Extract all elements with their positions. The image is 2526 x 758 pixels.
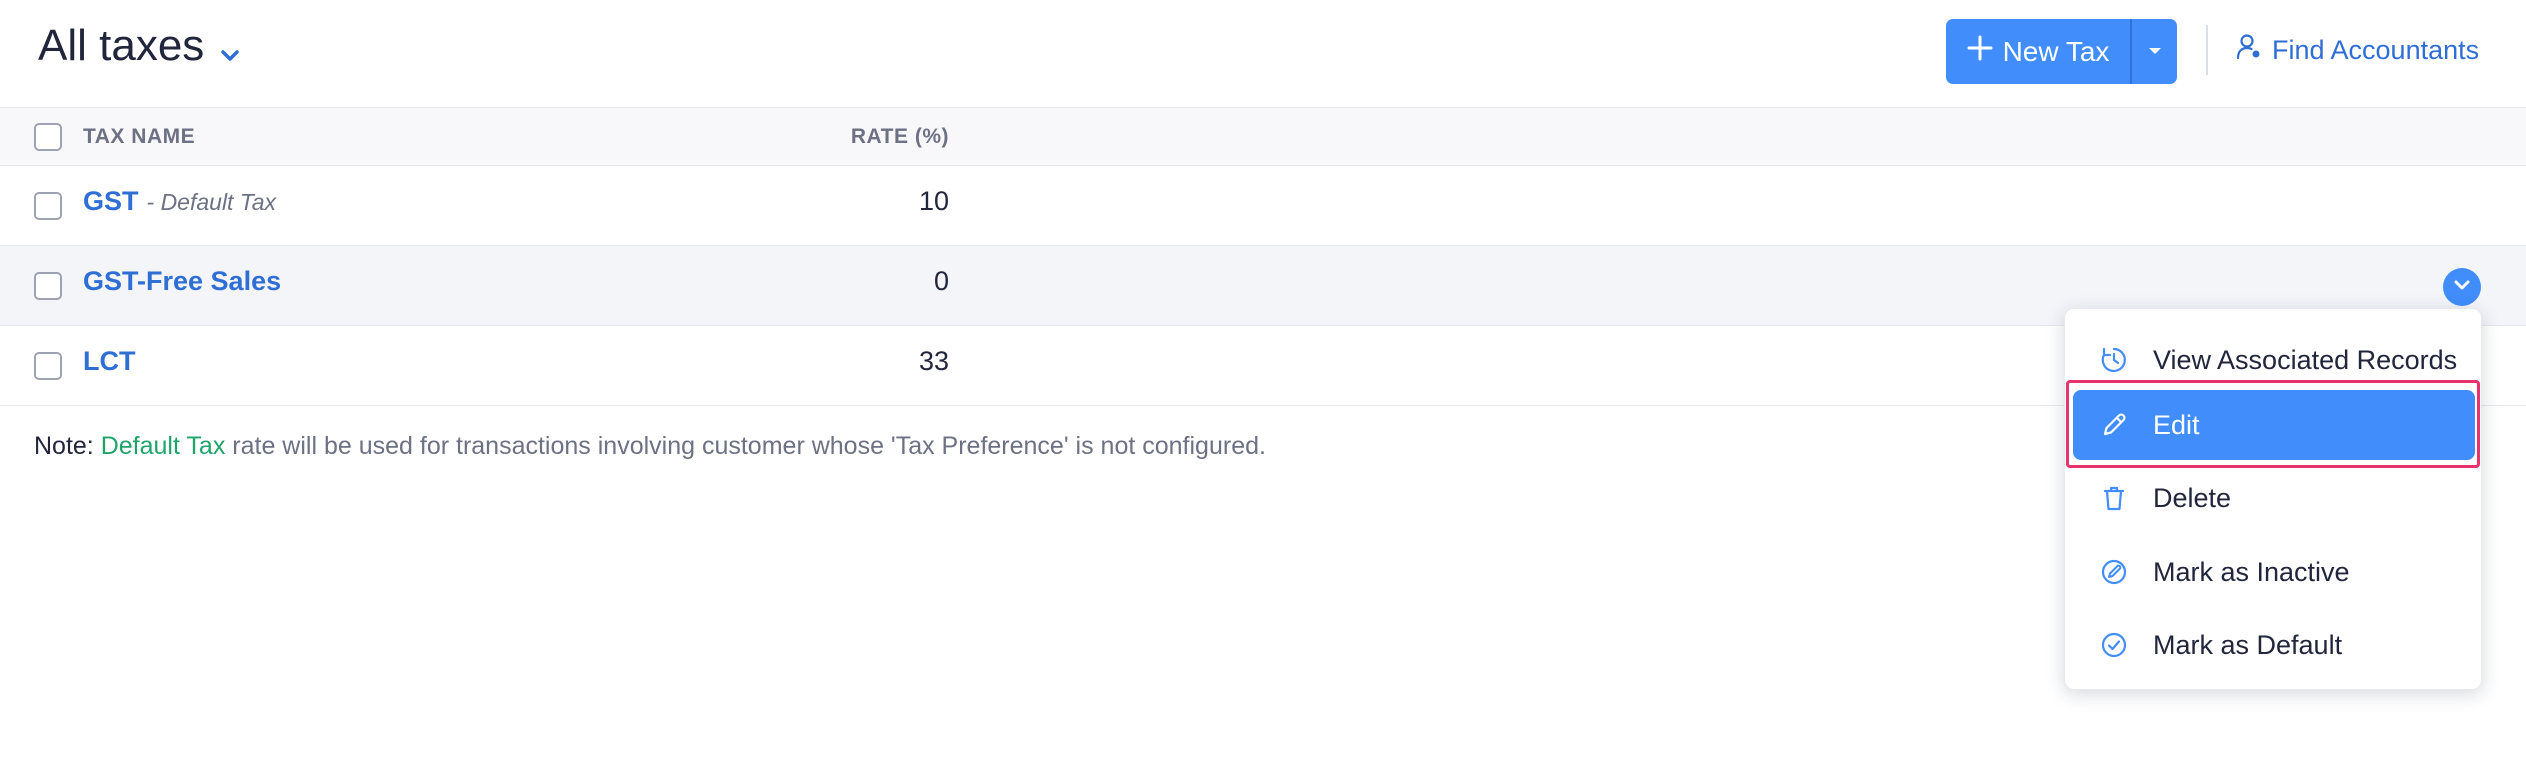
- tax-name-link[interactable]: GST: [83, 186, 139, 217]
- plus-icon: [1967, 35, 1993, 68]
- find-accountants-link[interactable]: Find Accountants: [2236, 28, 2479, 72]
- menu-item-label: Edit: [2153, 409, 2200, 440]
- caret-down-icon: [2148, 43, 2162, 61]
- pencil-icon: [2099, 410, 2129, 440]
- default-tax-note: Note: Default Tax rate will be used for …: [34, 432, 1266, 461]
- new-tax-options-button[interactable]: [2132, 19, 2177, 84]
- column-header-rate[interactable]: RATE (%): [851, 125, 949, 149]
- row-checkbox[interactable]: [34, 352, 62, 380]
- new-tax-button-group: New Tax: [1946, 19, 2177, 84]
- table-header: TAX NAME RATE (%): [0, 107, 2526, 166]
- tax-name-cell: LCT: [83, 346, 135, 377]
- note-text: rate will be used for transactions invol…: [232, 432, 1266, 460]
- menu-item-label: Delete: [2153, 482, 2232, 513]
- note-label: Note:: [34, 432, 94, 460]
- column-header-tax-name[interactable]: TAX NAME: [83, 125, 195, 149]
- row-checkbox[interactable]: [34, 192, 62, 220]
- select-all-checkbox[interactable]: [34, 123, 62, 151]
- tax-name-link[interactable]: GST-Free Sales: [83, 266, 281, 297]
- tax-name-link[interactable]: LCT: [83, 346, 135, 377]
- tax-rate-cell: 33: [918, 346, 949, 376]
- chevron-down-icon: [220, 24, 240, 74]
- new-tax-button[interactable]: New Tax: [1946, 19, 2130, 84]
- tax-rate-cell: 10: [918, 186, 949, 216]
- check-circle-icon: [2099, 630, 2129, 660]
- menu-item-delete[interactable]: Delete: [2073, 463, 2475, 533]
- tax-name-cell: GST-Free Sales: [83, 266, 281, 297]
- header-divider: [2206, 25, 2208, 75]
- tax-rate-cell: 0: [933, 266, 949, 296]
- menu-item-label: Mark as Inactive: [2153, 556, 2350, 587]
- chevron-down-icon: [2453, 278, 2471, 296]
- find-accountants-label: Find Accountants: [2272, 34, 2480, 65]
- trash-icon: [2099, 483, 2129, 513]
- row-actions-button[interactable]: [2443, 268, 2481, 306]
- page-header: All taxes New Tax Find Accountants: [0, 0, 2526, 107]
- page-title: All taxes: [38, 21, 205, 70]
- menu-item-mark-inactive[interactable]: Mark as Inactive: [2073, 537, 2475, 607]
- history-icon: [2099, 345, 2129, 375]
- tax-name-cell: GST - Default Tax: [83, 186, 276, 217]
- view-selector[interactable]: All taxes: [38, 18, 240, 74]
- note-highlight: Default Tax: [100, 432, 226, 460]
- default-tax-label: - Default Tax: [146, 189, 277, 215]
- menu-item-label: Mark as Default: [2153, 629, 2343, 660]
- new-tax-label: New Tax: [2002, 35, 2110, 67]
- user-search-icon: [2236, 33, 2262, 68]
- menu-item-view-associated-records[interactable]: View Associated Records: [2073, 325, 2475, 395]
- table-row[interactable]: GST - Default Tax 10: [0, 166, 2526, 246]
- row-checkbox[interactable]: [34, 272, 62, 300]
- menu-item-label: View Associated Records: [2153, 344, 2458, 375]
- row-actions-menu: View Associated Records Edit Delete Mark…: [2064, 308, 2482, 690]
- menu-item-edit[interactable]: Edit: [2073, 390, 2475, 460]
- inactive-icon: [2099, 557, 2129, 587]
- menu-item-mark-default[interactable]: Mark as Default: [2073, 610, 2475, 680]
